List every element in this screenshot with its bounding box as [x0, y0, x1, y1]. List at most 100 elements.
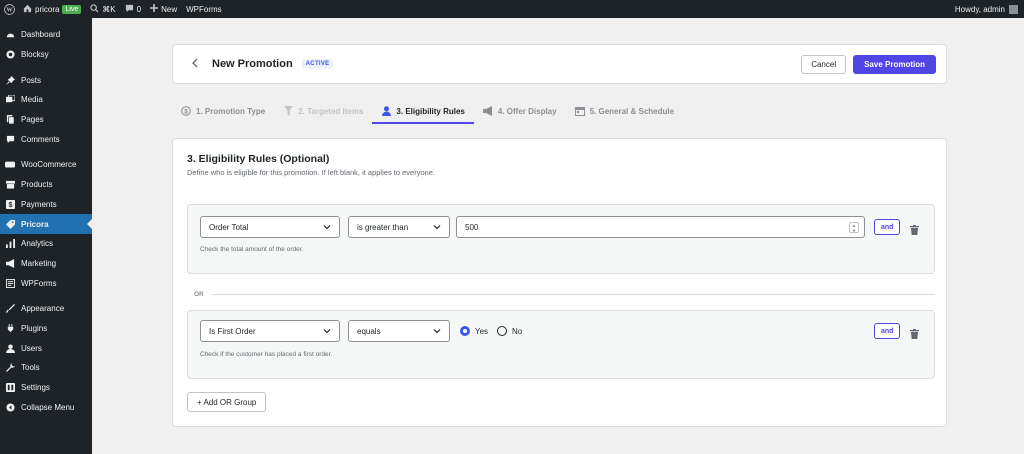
svg-text:$: $ [8, 200, 12, 209]
my-account[interactable]: Howdy, admin [954, 4, 1018, 14]
greeting: Howdy, admin [954, 4, 1005, 14]
sidebar-item-marketing[interactable]: Marketing [0, 254, 92, 274]
tab-general-schedule[interactable]: 5. General & Schedule [566, 98, 683, 124]
number-spinner[interactable]: ▲ ▼ [849, 222, 859, 233]
admin-sidebar: Dashboard Blocksy Posts Media Pages Comm… [0, 18, 92, 454]
sidebar-item-collapse-menu[interactable]: Collapse Menu [0, 397, 92, 417]
brush-icon [5, 304, 15, 314]
trash-icon[interactable] [910, 326, 920, 339]
page-title: New Promotion [212, 58, 293, 70]
sidebar-item-label: Comments [21, 134, 60, 144]
avatar [1009, 4, 1018, 14]
new-content-link[interactable]: New [150, 0, 177, 18]
rule-help-text: Check the total amount of the order. [200, 246, 304, 253]
dollar-icon: $ [5, 199, 15, 209]
add-or-group-button[interactable]: + Add OR Group [187, 392, 267, 412]
chevron-down-icon [322, 326, 332, 336]
sidebar-item-pages[interactable]: Pages [0, 110, 92, 130]
radio-button-checked[interactable] [460, 326, 470, 336]
sidebar-item-comments[interactable]: Comments [0, 129, 92, 149]
select-value: Order Total [209, 222, 249, 232]
rule-field-select[interactable]: Is First Order [200, 320, 340, 342]
tab-targeted-items[interactable]: 2. Targeted Items [274, 98, 372, 124]
sidebar-item-label: Marketing [21, 258, 57, 268]
section-description: Define who is eligible for this promotio… [187, 168, 436, 177]
save-promotion-button[interactable]: Save Promotion [853, 54, 936, 74]
wordpress-logo-icon[interactable]: W [0, 0, 18, 18]
tag-icon [5, 219, 15, 229]
radio-yes[interactable]: Yes [460, 326, 488, 336]
svg-text:$: $ [184, 109, 188, 116]
and-button[interactable]: and [874, 219, 901, 235]
sidebar-item-label: Collapse Menu [21, 402, 75, 412]
tab-promotion-type[interactable]: $ 1. Promotion Type [172, 98, 274, 124]
trash-icon[interactable] [910, 222, 920, 235]
comments-count: 0 [136, 4, 142, 14]
sidebar-item-posts[interactable]: Posts [0, 70, 92, 90]
tab-label: 3. Eligibility Rules [396, 106, 465, 116]
command-palette-button[interactable]: ⌘K [90, 0, 116, 18]
rule-field-select[interactable]: Order Total [200, 216, 340, 238]
tab-label: 2. Targeted Items [298, 106, 364, 116]
sidebar-item-settings[interactable]: Settings [0, 378, 92, 398]
sidebar-item-label: Dashboard [21, 30, 61, 40]
sidebar-item-wpforms[interactable]: WPForms [0, 273, 92, 293]
sidebar-item-label: Users [21, 343, 42, 353]
tab-eligibility-rules[interactable]: 3. Eligibility Rules [372, 98, 475, 124]
media-icon [5, 95, 15, 105]
select-value: is greater than [357, 222, 409, 232]
sidebar-item-payments[interactable]: $ Payments [0, 195, 92, 215]
sidebar-item-pricora[interactable]: Pricora [0, 214, 92, 234]
plus-icon [150, 4, 159, 14]
section-title: 3. Eligibility Rules (Optional) [187, 153, 330, 165]
shortcut-label: ⌘K [102, 4, 116, 14]
tab-label: 5. General & Schedule [589, 106, 675, 116]
rule-group: Is First Order equals Yes No and Check i… [187, 310, 935, 379]
sidebar-item-products[interactable]: Products [0, 175, 92, 195]
chevron-left-icon[interactable] [191, 57, 198, 71]
and-button[interactable]: and [874, 323, 901, 339]
admin-bar: W pricora Live ⌘K 0 New WPForms Howdy, a… [0, 0, 1024, 18]
site-name: pricora [35, 4, 60, 14]
sidebar-item-media[interactable]: Media [0, 90, 92, 110]
sidebar-item-label: Posts [21, 75, 42, 85]
wpforms-link[interactable]: WPForms [186, 0, 222, 18]
user-icon [5, 343, 15, 353]
or-label: OR [194, 290, 204, 298]
eligibility-rules-panel: 3. Eligibility Rules (Optional) Define w… [172, 138, 947, 427]
sidebar-item-analytics[interactable]: Analytics [0, 234, 92, 254]
radio-no[interactable]: No [497, 326, 522, 336]
sidebar-item-label: Settings [21, 383, 50, 393]
radio-label: No [512, 326, 523, 336]
sidebar-item-label: WooCommerce [21, 160, 77, 170]
search-icon [90, 3, 99, 15]
sidebar-item-tools[interactable]: Tools [0, 358, 92, 378]
tab-label: 4. Offer Display [497, 106, 557, 116]
dollar-circle-icon: $ [181, 106, 191, 116]
sidebar-item-plugins[interactable]: Plugins [0, 319, 92, 339]
radio-button[interactable] [497, 326, 507, 336]
sidebar-item-label: Payments [21, 199, 57, 209]
select-value: equals [357, 326, 381, 336]
sidebar-item-blocksy[interactable]: Blocksy [0, 45, 92, 65]
cancel-button[interactable]: Cancel [801, 54, 847, 74]
rule-value-input[interactable]: 500 ▲ ▼ [456, 216, 865, 238]
chevron-down-icon [322, 222, 332, 232]
chevron-down-icon [432, 222, 442, 232]
comments-link[interactable]: 0 [125, 0, 141, 18]
user-icon [381, 106, 391, 116]
sidebar-item-dashboard[interactable]: Dashboard [0, 25, 92, 45]
woo-icon [5, 160, 15, 170]
new-label: New [161, 4, 178, 14]
sidebar-item-label: Products [21, 180, 53, 190]
sidebar-item-appearance[interactable]: Appearance [0, 299, 92, 319]
sidebar-item-users[interactable]: Users [0, 338, 92, 358]
rule-operator-select[interactable]: equals [348, 320, 450, 342]
home-icon [23, 4, 32, 15]
archive-icon [5, 180, 15, 190]
rule-operator-select[interactable]: is greater than [348, 216, 450, 238]
site-name-link[interactable]: pricora Live [23, 0, 82, 18]
tab-offer-display[interactable]: 4. Offer Display [474, 98, 566, 124]
sidebar-item-woocommerce[interactable]: WooCommerce [0, 155, 92, 175]
wpforms-label: WPForms [186, 4, 222, 14]
